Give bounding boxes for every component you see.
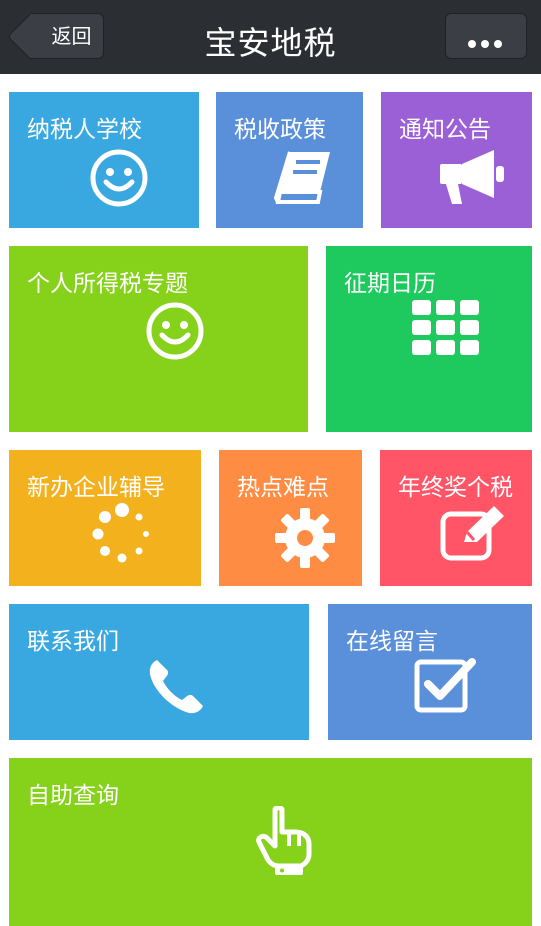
tile-label: 纳税人学校: [27, 117, 142, 143]
tile-hot-topics[interactable]: 热点难点: [219, 450, 362, 586]
tile-leave-message[interactable]: 在线留言: [328, 604, 532, 740]
tile-label: 税收政策: [234, 117, 326, 143]
loading-spinner-icon: [91, 503, 153, 565]
tile-label: 热点难点: [237, 475, 329, 501]
back-button[interactable]: 返回: [30, 13, 104, 59]
back-button-label: 返回: [51, 24, 92, 48]
tile-year-end-bonus[interactable]: 年终奖个税: [380, 450, 532, 586]
tile-new-business[interactable]: 新办企业辅导: [9, 450, 201, 586]
calendar-grid-icon: [412, 300, 480, 356]
tile-personal-income-tax[interactable]: 个人所得税专题: [9, 246, 308, 432]
tile-label: 个人所得税专题: [27, 271, 188, 297]
tile-label: 年终奖个税: [398, 475, 513, 501]
hand-pointer-icon: [255, 806, 317, 876]
checkbox-icon: [414, 656, 476, 714]
megaphone-icon: [438, 148, 508, 208]
back-button-container: 返回: [0, 0, 120, 74]
tile-self-service[interactable]: 自助查询: [9, 758, 532, 926]
gear-icon: [275, 508, 335, 568]
tile-taxpayer-school[interactable]: 纳税人学校: [9, 92, 199, 228]
tile-label: 联系我们: [27, 629, 119, 655]
tile-contact-us[interactable]: 联系我们: [9, 604, 309, 740]
tile-label: 自助查询: [27, 783, 119, 809]
more-dots-icon: [468, 33, 507, 52]
tile-notices[interactable]: 通知公告: [381, 92, 532, 228]
tile-label: 在线留言: [346, 629, 438, 655]
tile-label: 征期日历: [344, 271, 436, 297]
tile-label: 通知公告: [399, 117, 491, 143]
tile-tax-policy[interactable]: 税收政策: [216, 92, 363, 228]
edit-icon: [440, 504, 508, 562]
smiley-icon: [89, 148, 149, 208]
phone-icon: [147, 656, 207, 716]
more-menu-button[interactable]: [445, 13, 527, 59]
tile-tax-calendar[interactable]: 征期日历: [326, 246, 532, 432]
tile-label: 新办企业辅导: [27, 475, 165, 501]
top-navbar: 返回 宝安地税: [0, 0, 541, 74]
book-icon: [272, 148, 336, 208]
smiley-icon: [145, 301, 205, 361]
